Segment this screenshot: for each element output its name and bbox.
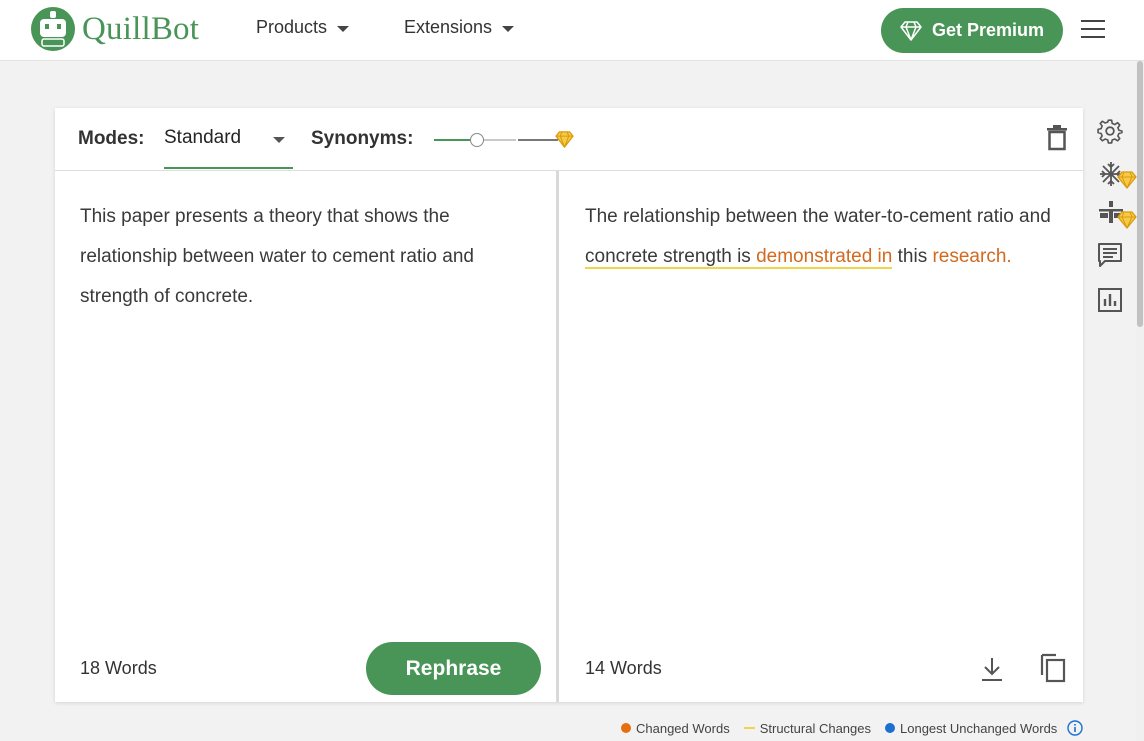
chevron-down-icon bbox=[337, 25, 350, 32]
input-word-count: 18 Words bbox=[80, 658, 157, 678]
chevron-down-icon bbox=[502, 25, 515, 32]
output-segment-structural[interactable]: concrete strength is demonstrated in bbox=[585, 246, 893, 269]
get-premium-button[interactable]: Get Premium bbox=[881, 8, 1063, 53]
quillbot-logo[interactable]: QuillBot bbox=[30, 6, 199, 52]
legend-unchanged: Longest Unchanged Words bbox=[885, 721, 1057, 736]
output-text-area[interactable]: The relationship between the water-to-ce… bbox=[585, 197, 1055, 277]
nav-products[interactable]: Products bbox=[256, 17, 350, 38]
scrollbar-thumb[interactable] bbox=[1137, 61, 1143, 327]
output-segment[interactable]: The relationship between the water-to-ce… bbox=[585, 206, 1051, 227]
bar-chart-icon[interactable] bbox=[1097, 287, 1123, 313]
legend-changed-label: Changed Words bbox=[636, 720, 730, 736]
structural-line-icon bbox=[743, 727, 755, 729]
changed-dot-icon bbox=[621, 723, 631, 733]
legend-structural: Structural Changes bbox=[743, 720, 871, 736]
output-segment-changed[interactable]: research. bbox=[932, 246, 1011, 267]
output-segment-changed[interactable]: demonstrated in bbox=[756, 246, 892, 267]
synonyms-slider-fill bbox=[434, 139, 474, 141]
legend-structural-label: Structural Changes bbox=[759, 720, 871, 736]
paraphraser-card: Modes: Standard Synonyms: This paper pre… bbox=[55, 108, 1083, 702]
pane-divider[interactable] bbox=[556, 171, 559, 702]
nav-extensions-label: Extensions bbox=[404, 17, 493, 37]
trash-icon[interactable] bbox=[1046, 125, 1068, 151]
input-text-area[interactable]: This paper presents a theory that shows … bbox=[80, 197, 530, 317]
legend-unchanged-label: Longest Unchanged Words bbox=[900, 720, 1058, 736]
snowflake-icon[interactable] bbox=[1097, 160, 1137, 190]
output-segment[interactable]: concrete strength is bbox=[585, 246, 756, 267]
paraphraser-toolbar: Modes: Standard Synonyms: bbox=[55, 108, 1083, 171]
chevron-down-icon bbox=[273, 137, 285, 143]
page-scrollbar[interactable] bbox=[1136, 61, 1144, 741]
get-premium-label: Get Premium bbox=[931, 20, 1045, 40]
synonyms-slider-premium-track bbox=[518, 139, 558, 141]
copy-icon[interactable] bbox=[1040, 653, 1066, 683]
nav-extensions[interactable]: Extensions bbox=[404, 17, 515, 38]
comment-icon[interactable] bbox=[1097, 242, 1123, 268]
output-segment[interactable]: this bbox=[892, 246, 932, 267]
premium-gem-icon bbox=[555, 131, 574, 148]
synonyms-slider[interactable] bbox=[434, 130, 576, 150]
rephrase-button[interactable]: Rephrase bbox=[366, 642, 541, 695]
quillbot-robot-icon bbox=[31, 7, 75, 51]
info-icon[interactable] bbox=[1067, 720, 1084, 736]
compare-icon[interactable] bbox=[1097, 200, 1137, 230]
brand-name: QuillBot bbox=[82, 10, 200, 47]
legend-changed: Changed Words bbox=[621, 721, 730, 736]
synonyms-label: Synonyms: bbox=[311, 128, 414, 149]
diamond-icon bbox=[900, 20, 922, 41]
highlight-legend: Changed Words Structural Changes Longest… bbox=[621, 720, 1084, 736]
nav-products-label: Products bbox=[256, 17, 328, 37]
gear-icon[interactable] bbox=[1097, 118, 1123, 144]
hamburger-menu-icon[interactable] bbox=[1081, 20, 1105, 40]
unchanged-dot-icon bbox=[885, 723, 895, 733]
download-icon[interactable] bbox=[980, 656, 1004, 682]
modes-label: Modes: bbox=[78, 128, 145, 149]
mode-dropdown[interactable]: Standard bbox=[164, 108, 293, 169]
top-header: QuillBot Products Extensions Get Premium bbox=[0, 0, 1144, 61]
mode-value: Standard bbox=[164, 127, 242, 148]
synonyms-slider-knob[interactable] bbox=[470, 133, 484, 147]
output-word-count: 14 Words bbox=[585, 658, 662, 678]
